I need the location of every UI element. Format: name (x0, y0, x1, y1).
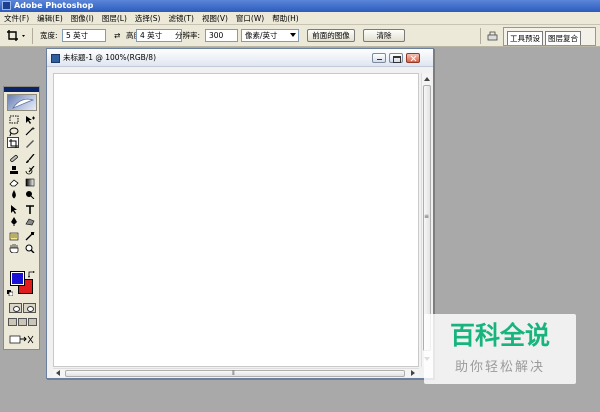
eraser-icon[interactable] (7, 176, 19, 187)
pen-icon[interactable] (7, 215, 19, 226)
app-title-bar: Adobe Photoshop (0, 0, 600, 12)
document-window: 未标题-1 @ 100%(RGB/8) ≡ ⦀ (46, 48, 434, 379)
grip-icon: ⦀ (232, 370, 235, 377)
chevron-down-icon (290, 33, 296, 37)
width-field[interactable]: 5 英寸 (62, 29, 106, 42)
menu-window[interactable]: 窗口(W) (232, 12, 268, 24)
slice-icon[interactable] (23, 137, 35, 148)
hand-icon[interactable] (7, 242, 19, 253)
history-brush-icon[interactable] (23, 164, 35, 175)
document-canvas[interactable] (53, 73, 419, 367)
dodge-icon[interactable] (23, 188, 35, 199)
gradient-icon[interactable] (23, 176, 35, 187)
crop-icon[interactable] (7, 137, 19, 148)
menu-filter[interactable]: 滤镜(T) (165, 12, 198, 24)
horizontal-scrollbar[interactable]: ⦀ (53, 368, 419, 377)
crop-tool-preset-icon[interactable] (6, 29, 28, 43)
horizontal-scroll-thumb[interactable]: ⦀ (65, 370, 405, 377)
document-title: 未标题-1 @ 100%(RGB/8) (63, 53, 157, 62)
foreground-color-swatch[interactable] (10, 271, 25, 286)
menu-file[interactable]: 文件(F) (0, 12, 33, 24)
watermark-title: 百科全说 (449, 321, 550, 350)
menu-edit[interactable]: 编辑(E) (33, 12, 67, 24)
blur-icon[interactable] (7, 188, 19, 199)
tool-preset-icon[interactable] (487, 30, 498, 41)
swap-colors-icon[interactable] (28, 271, 35, 278)
move-icon[interactable] (23, 113, 35, 124)
toolbox (3, 86, 40, 350)
full-screen-button[interactable] (28, 318, 37, 326)
menu-image[interactable]: 图像(I) (67, 12, 98, 24)
zoom-icon[interactable] (23, 242, 35, 253)
options-separator (32, 28, 33, 44)
quick-mask-button[interactable] (23, 303, 36, 313)
menu-view[interactable]: 视图(V) (198, 12, 232, 24)
adobe-online-logo[interactable] (7, 94, 37, 111)
watermark-subtitle: 助你轻松解决 (454, 360, 545, 375)
swap-dimensions-icon[interactable]: ⇄ (114, 31, 120, 40)
path-select-icon[interactable] (7, 203, 19, 214)
close-button[interactable] (406, 53, 420, 63)
width-label: 宽度: (40, 31, 58, 40)
magic-wand-icon[interactable] (23, 125, 35, 136)
front-image-button[interactable]: 前面的图像 (307, 29, 355, 42)
standard-mode-button[interactable] (9, 303, 22, 313)
scroll-right-icon[interactable] (411, 370, 415, 376)
tab-layer-comps[interactable]: 图层复合 (545, 31, 581, 45)
menu-select[interactable]: 选择(S) (131, 12, 165, 24)
brush-icon[interactable] (23, 152, 35, 163)
menu-layer[interactable]: 图层(L) (98, 12, 131, 24)
default-colors-icon[interactable] (7, 289, 14, 297)
scroll-left-icon[interactable] (56, 370, 60, 376)
menu-bar: 文件(F) 编辑(E) 图像(I) 图层(L) 选择(S) 滤镜(T) 视图(V… (0, 12, 600, 25)
tab-tool-presets[interactable]: 工具预设 (507, 31, 543, 45)
menu-help[interactable]: 帮助(H) (268, 12, 303, 24)
type-icon[interactable] (23, 203, 35, 214)
options-separator (480, 28, 481, 44)
grip-icon: ≡ (424, 213, 430, 220)
clear-button[interactable]: 清除 (363, 29, 405, 42)
jump-to-imageready-icon[interactable] (9, 334, 35, 345)
lasso-icon[interactable] (7, 125, 19, 136)
marquee-icon[interactable] (7, 113, 19, 124)
resolution-unit-select[interactable]: 像素/英寸 (241, 29, 299, 42)
shape-icon[interactable] (23, 215, 35, 226)
resolution-field[interactable]: 300 (205, 29, 238, 42)
full-screen-menu-button[interactable] (18, 318, 27, 326)
eyedropper-icon[interactable] (23, 230, 35, 241)
document-title-bar[interactable]: 未标题-1 @ 100%(RGB/8) (47, 49, 433, 67)
resolution-unit-value: 像素/英寸 (245, 31, 278, 40)
vertical-scroll-thumb[interactable]: ≡ (423, 85, 431, 351)
watermark: 百科全说 助你轻松解决 (424, 314, 576, 384)
options-bar: 宽度: 5 英寸 ⇄ 高度: 4 英寸 分辨率: 300 像素/英寸 前面的图像… (0, 25, 600, 47)
app-title: Adobe Photoshop (14, 1, 94, 10)
clone-stamp-icon[interactable] (7, 164, 19, 175)
standard-screen-button[interactable] (8, 318, 17, 326)
document-icon (51, 54, 60, 63)
minimize-button[interactable] (372, 53, 386, 63)
photoshop-icon (2, 1, 11, 10)
resolution-label: 分辨率: (175, 31, 201, 40)
healing-brush-icon[interactable] (7, 152, 19, 163)
notes-icon[interactable] (7, 230, 19, 241)
maximize-button[interactable] (389, 53, 403, 63)
toolbox-title-bar[interactable] (4, 87, 39, 92)
scroll-up-icon[interactable] (424, 77, 430, 81)
